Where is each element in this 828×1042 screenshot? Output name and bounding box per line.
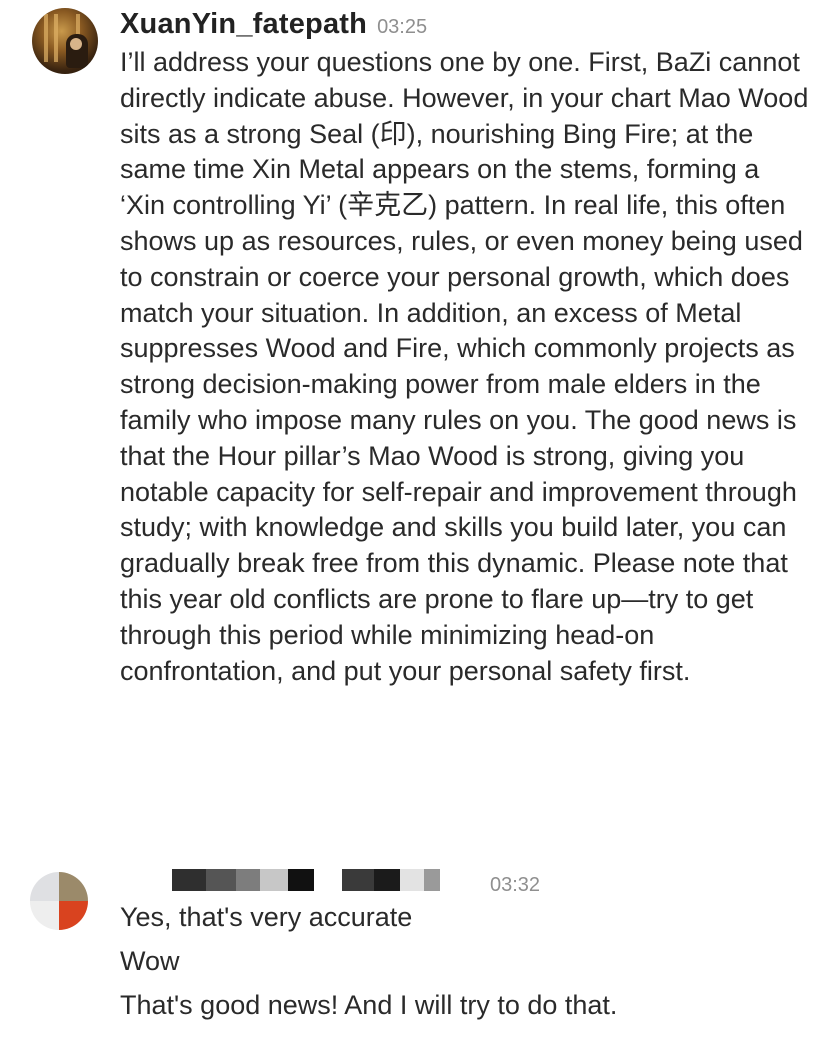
avatar-decor: [59, 872, 88, 901]
avatar-decor: [44, 14, 48, 62]
message-text: I’ll address your questions one by one. …: [120, 45, 810, 689]
chat-thread: XuanYin_fatepath 03:25 I’ll address your…: [0, 0, 828, 1042]
message-header: 03:32: [120, 868, 540, 897]
message-text: Yes, that's very accurate: [120, 901, 412, 933]
message-header: XuanYin_fatepath 03:25: [120, 8, 427, 41]
avatar-decor: [54, 14, 58, 62]
avatar-face: [70, 38, 82, 50]
user-avatar[interactable]: [32, 8, 98, 74]
avatar-decor: [59, 901, 88, 930]
avatar-decor: [30, 872, 59, 901]
avatar-decor: [30, 901, 59, 930]
message-time: 03:32: [490, 874, 540, 897]
user-avatar[interactable]: [30, 872, 88, 930]
message-text: Wow: [120, 945, 180, 977]
message-text: That's good news! And I will try to do t…: [120, 989, 617, 1021]
message-time: 03:25: [377, 16, 427, 39]
username[interactable]: XuanYin_fatepath: [120, 8, 367, 41]
redacted-username: [120, 868, 480, 892]
